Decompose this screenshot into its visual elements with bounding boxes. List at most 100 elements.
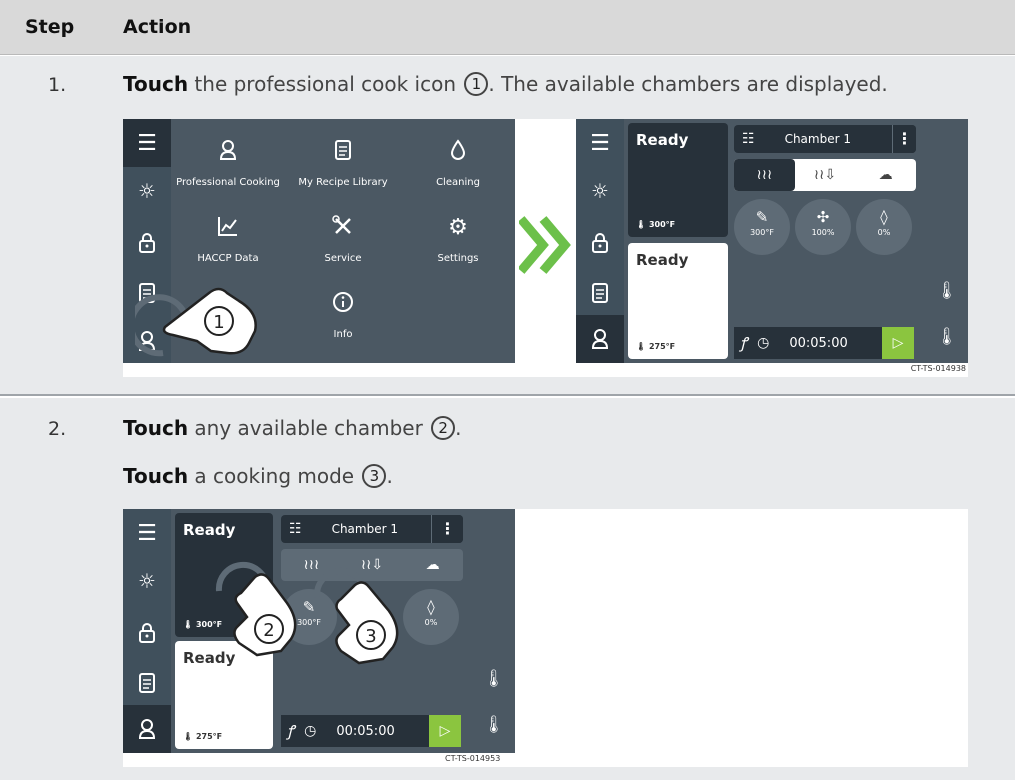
tile-cleaning[interactable]: Cleaning: [403, 139, 513, 188]
lock-button[interactable]: [123, 219, 171, 267]
recipe-button[interactable]: [123, 659, 171, 707]
table-header: Step Action: [0, 0, 1015, 55]
lock-icon: [592, 233, 608, 253]
instruction-verb: Touch: [123, 464, 189, 488]
figure-code: CT-TS-014938: [910, 364, 966, 373]
probe-icon: 🌡︎: [183, 620, 196, 629]
more-options-button[interactable]: ⋮: [892, 125, 916, 153]
sun-icon: ☼: [138, 569, 156, 593]
mode-convection[interactable]: ≀≀≀: [734, 159, 795, 191]
lock-button[interactable]: [123, 609, 171, 657]
instruction-verb: Touch: [123, 72, 189, 96]
probe-mode-icon: ꝭ: [287, 722, 295, 740]
tile-info[interactable]: Info: [288, 291, 398, 340]
callout-number: 1: [213, 312, 224, 333]
humidity-icon: ◊: [880, 208, 888, 226]
gear-icon: ⚙: [448, 215, 468, 240]
professional-cook-button[interactable]: [576, 315, 624, 363]
chamber-screen: ☰ ☼ Ready 🌡︎ 300°F Ready 🌡︎ 275°F ☷ Cham…: [123, 509, 515, 753]
timer-bar[interactable]: ꝭ ◷ 00:05:00: [734, 327, 882, 359]
chef-hat-icon: [591, 329, 609, 349]
timer-value: 00:05:00: [789, 335, 848, 351]
start-button[interactable]: ▷: [882, 327, 914, 359]
step-column-header: Step: [25, 16, 75, 38]
figure-code: CT-TS-014953: [445, 754, 501, 763]
sliders-icon: ☷: [289, 521, 302, 537]
professional-cook-button[interactable]: [123, 705, 171, 753]
tile-settings[interactable]: ⚙ Settings: [403, 215, 513, 264]
play-icon: ▷: [892, 335, 904, 351]
instruction-text-after: .: [455, 416, 462, 440]
hamburger-icon: ☰: [137, 130, 157, 156]
document-icon: [139, 673, 155, 693]
chart-icon: [173, 215, 283, 241]
probe-down-icon: 🌡︎: [936, 327, 958, 347]
more-options-button[interactable]: ⋮: [431, 515, 463, 543]
steam-icon: ☁: [425, 557, 440, 573]
knob-value: 100%: [811, 228, 835, 237]
sun-icon: ☼: [591, 179, 609, 203]
chamber-status: Ready: [183, 521, 236, 539]
step-number: 2.: [48, 418, 67, 440]
droplet-icon: [403, 139, 513, 165]
hand-pointer-icon: 1: [135, 287, 257, 357]
brightness-button[interactable]: ☼: [123, 557, 171, 605]
hamburger-menu-button[interactable]: ☰: [123, 509, 171, 557]
timer-value: 00:05:00: [336, 723, 395, 739]
temperature-knob[interactable]: ✎ 300°F: [734, 199, 790, 255]
thermometer-icon: ✎: [755, 208, 769, 226]
fan-knob[interactable]: ✣ 100%: [795, 199, 851, 255]
tile-label: Service: [324, 253, 362, 264]
recipe-button[interactable]: [576, 269, 624, 317]
instruction-text: a cooking mode: [188, 464, 361, 488]
chamber-card-bottom[interactable]: Ready 🌡︎ 275°F: [175, 641, 273, 749]
tile-haccp-data[interactable]: HACCP Data: [173, 215, 283, 264]
chamber-selector[interactable]: ☷ Chamber 1: [734, 125, 916, 153]
callout-marker: 2: [431, 416, 456, 440]
hamburger-icon: ☰: [137, 520, 157, 546]
callout-number: 2: [263, 620, 274, 641]
tile-professional-cooking[interactable]: Professional Cooking: [173, 139, 283, 188]
start-button[interactable]: ▷: [429, 715, 461, 747]
instruction-line: Touch a cooking mode 3.: [123, 464, 393, 488]
fan-icon: ✣: [816, 208, 830, 226]
humidity-knob[interactable]: ◊ 0%: [856, 199, 912, 255]
chamber-temp: 🌡︎ 275°F: [183, 732, 222, 741]
lock-icon: [139, 623, 155, 643]
step-row-1: 1. Touch the professional cook icon 1. T…: [0, 56, 1015, 396]
mode-steam[interactable]: ☁: [855, 159, 916, 191]
chamber-card-bottom[interactable]: Ready 🌡︎ 275°F: [628, 243, 728, 359]
recipe-book-icon: [288, 139, 398, 165]
sidebar: ☰ ☼: [576, 119, 624, 363]
hand-pointer-icon: 3: [313, 567, 399, 665]
hamburger-menu-button[interactable]: ☰: [576, 119, 624, 167]
hamburger-menu-button[interactable]: ☰: [123, 119, 171, 167]
timer-bar[interactable]: ꝭ ◷ 00:05:00: [281, 715, 429, 747]
sliders-icon: ☷: [742, 131, 755, 147]
sun-icon: ☼: [138, 179, 156, 203]
tile-my-recipe-library[interactable]: My Recipe Library: [288, 139, 398, 188]
mode-combi[interactable]: ≀≀⇩: [795, 159, 856, 191]
steam-icon: ☁: [878, 167, 893, 183]
brightness-button[interactable]: ☼: [576, 167, 624, 215]
lock-icon: [139, 233, 155, 253]
callout-marker: 1: [464, 72, 489, 96]
probe-down-icon: 🌡︎: [483, 715, 505, 735]
sidebar: ☰ ☼: [123, 509, 171, 753]
callout-marker: 3: [362, 464, 387, 488]
main-menu-screen: ☰ ☼ Professional Cooking My Recipe Libra…: [123, 119, 515, 363]
tile-label: Professional Cooking: [176, 177, 280, 188]
combi-icon: ≀≀⇩: [813, 167, 837, 183]
instruction-line: Touch any available chamber 2.: [123, 416, 462, 440]
brightness-button[interactable]: ☼: [123, 167, 171, 215]
chamber-card-top[interactable]: Ready 🌡︎ 300°F: [628, 123, 728, 237]
info-icon: [288, 291, 398, 317]
instruction-text: any available chamber: [188, 416, 430, 440]
chef-hat-icon: [138, 719, 156, 739]
tile-label: Info: [333, 329, 353, 340]
tools-icon: [288, 215, 398, 241]
instruction-text: the professional cook icon: [188, 72, 463, 96]
tile-label: Settings: [437, 253, 479, 264]
tile-service[interactable]: Service: [288, 215, 398, 264]
lock-button[interactable]: [576, 219, 624, 267]
